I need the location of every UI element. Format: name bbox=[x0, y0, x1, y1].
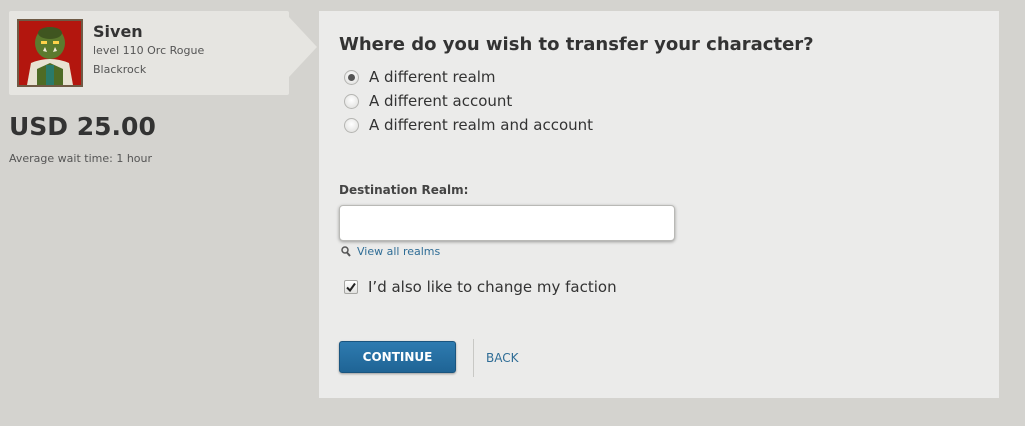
radio-button[interactable] bbox=[344, 117, 359, 133]
back-link[interactable]: BACK bbox=[486, 351, 518, 365]
faction-checkbox[interactable] bbox=[344, 280, 358, 294]
radio-button[interactable] bbox=[344, 93, 359, 109]
wait-time: Average wait time: 1 hour bbox=[9, 152, 153, 165]
view-all-realms-label: View all realms bbox=[357, 245, 441, 258]
character-realm: Blackrock bbox=[93, 63, 147, 76]
option-label: A different account bbox=[369, 92, 513, 110]
destination-realm-input[interactable] bbox=[339, 205, 675, 241]
magnifier-icon bbox=[341, 246, 351, 257]
option-different-realm-and-account[interactable]: A different realm and account bbox=[344, 116, 593, 134]
checkmark-icon bbox=[346, 282, 356, 292]
transfer-panel: Where do you wish to transfer your chara… bbox=[319, 11, 999, 398]
continue-button[interactable]: CONTINUE bbox=[339, 341, 456, 373]
faction-label: I’d also like to change my faction bbox=[368, 278, 617, 296]
character-details: level 110 Orc Rogue bbox=[93, 44, 205, 57]
radio-button[interactable] bbox=[344, 69, 359, 85]
price: USD 25.00 bbox=[9, 112, 156, 141]
character-avatar bbox=[17, 19, 83, 87]
transfer-question: Where do you wish to transfer your chara… bbox=[339, 34, 814, 55]
option-different-account[interactable]: A different account bbox=[344, 92, 512, 110]
option-different-realm[interactable]: A different realm bbox=[344, 68, 496, 86]
character-card: Siven level 110 Orc Rogue Blackrock bbox=[9, 11, 317, 95]
option-label: A different realm and account bbox=[369, 116, 594, 134]
change-faction-option[interactable]: I’d also like to change my faction bbox=[344, 278, 617, 296]
button-divider bbox=[473, 339, 474, 377]
character-name: Siven bbox=[93, 22, 143, 41]
destination-realm-label: Destination Realm: bbox=[339, 183, 469, 197]
view-all-realms-link[interactable]: View all realms bbox=[341, 245, 440, 258]
option-label: A different realm bbox=[369, 68, 496, 86]
radio-selected-dot bbox=[348, 73, 355, 81]
